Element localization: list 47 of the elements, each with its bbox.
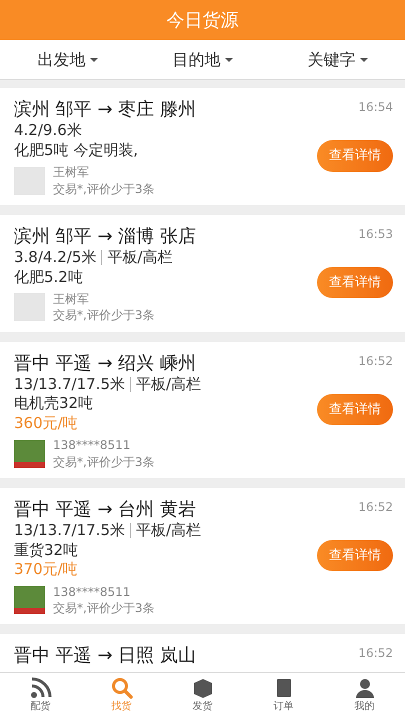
- user-name: 138****8511: [53, 584, 132, 600]
- cargo-text: 电机壳32吨: [14, 394, 94, 414]
- time-text: 16:52: [358, 352, 393, 370]
- filter-dropdown[interactable]: 关键字: [306, 46, 368, 72]
- filter-dropdown[interactable]: 目的地: [172, 46, 234, 72]
- box-icon: [192, 677, 214, 699]
- tab-item[interactable]: 我的: [354, 673, 376, 720]
- price-text: 370元/吨: [14, 560, 79, 580]
- route-text: 滨州 邹平 → 枣庄 滕州: [14, 98, 197, 122]
- filter-dropdown[interactable]: 出发地: [36, 46, 98, 72]
- route-text: 晋中 平遥 → 日照 岚山: [14, 644, 197, 668]
- tab-item[interactable]: 配货: [30, 673, 52, 720]
- avatar-placeholder: [14, 293, 45, 322]
- user-rating: 交易*,评价少于3条: [53, 307, 154, 324]
- body-type-text: 平板/高栏: [136, 521, 202, 541]
- tab-item[interactable]: 发货: [192, 673, 214, 720]
- user-name: 王树军: [53, 291, 90, 308]
- user-rating: 交易*,评价少于3条: [53, 454, 154, 470]
- truck-length-text: 13/13.7/17.5米: [14, 374, 125, 394]
- page-title: 今日货源: [166, 8, 238, 32]
- avatar-placeholder: [14, 166, 45, 195]
- user-name: 138****8511: [53, 437, 132, 454]
- person-icon: [354, 677, 376, 699]
- user-rating: 交易*,评价少于3条: [53, 600, 154, 616]
- truck-length-text: 3.8/4.2/5米: [14, 248, 96, 268]
- cargo-text: 重货32吨: [14, 540, 80, 560]
- rss-icon: [30, 677, 52, 699]
- cargo-text: 化肥5.2吨: [14, 268, 84, 288]
- time-text: 16:53: [358, 226, 393, 243]
- user-rating: 交易*,评价少于3条: [53, 180, 154, 197]
- route-text: 滨州 邹平 → 淄博 张店: [14, 224, 197, 248]
- search-icon: [110, 677, 132, 699]
- cargo-text: 化肥5吨 今定明装,: [14, 140, 140, 160]
- tab-item[interactable]: 订单: [272, 673, 294, 720]
- route-text: 晋中 平遥 → 台州 黄岩: [14, 498, 197, 522]
- time-text: 16:52: [358, 645, 393, 662]
- time-text: 16:52: [358, 498, 393, 516]
- user-name: 王树军: [53, 164, 90, 181]
- time-text: 16:54: [358, 99, 393, 116]
- photo-placeholder: [14, 586, 45, 614]
- truck-length-text: 13/13.7/17.5米: [14, 521, 125, 541]
- price-text: 360元/吨: [14, 414, 79, 434]
- body-type-text: 平板/高栏: [107, 248, 172, 268]
- body-type-text: 平板/高栏: [136, 374, 202, 394]
- photo-placeholder: [14, 440, 45, 468]
- truck-length-text: 4.2/9.6米: [14, 121, 82, 141]
- route-text: 晋中 平遥 → 绍兴 嵊州: [14, 352, 197, 375]
